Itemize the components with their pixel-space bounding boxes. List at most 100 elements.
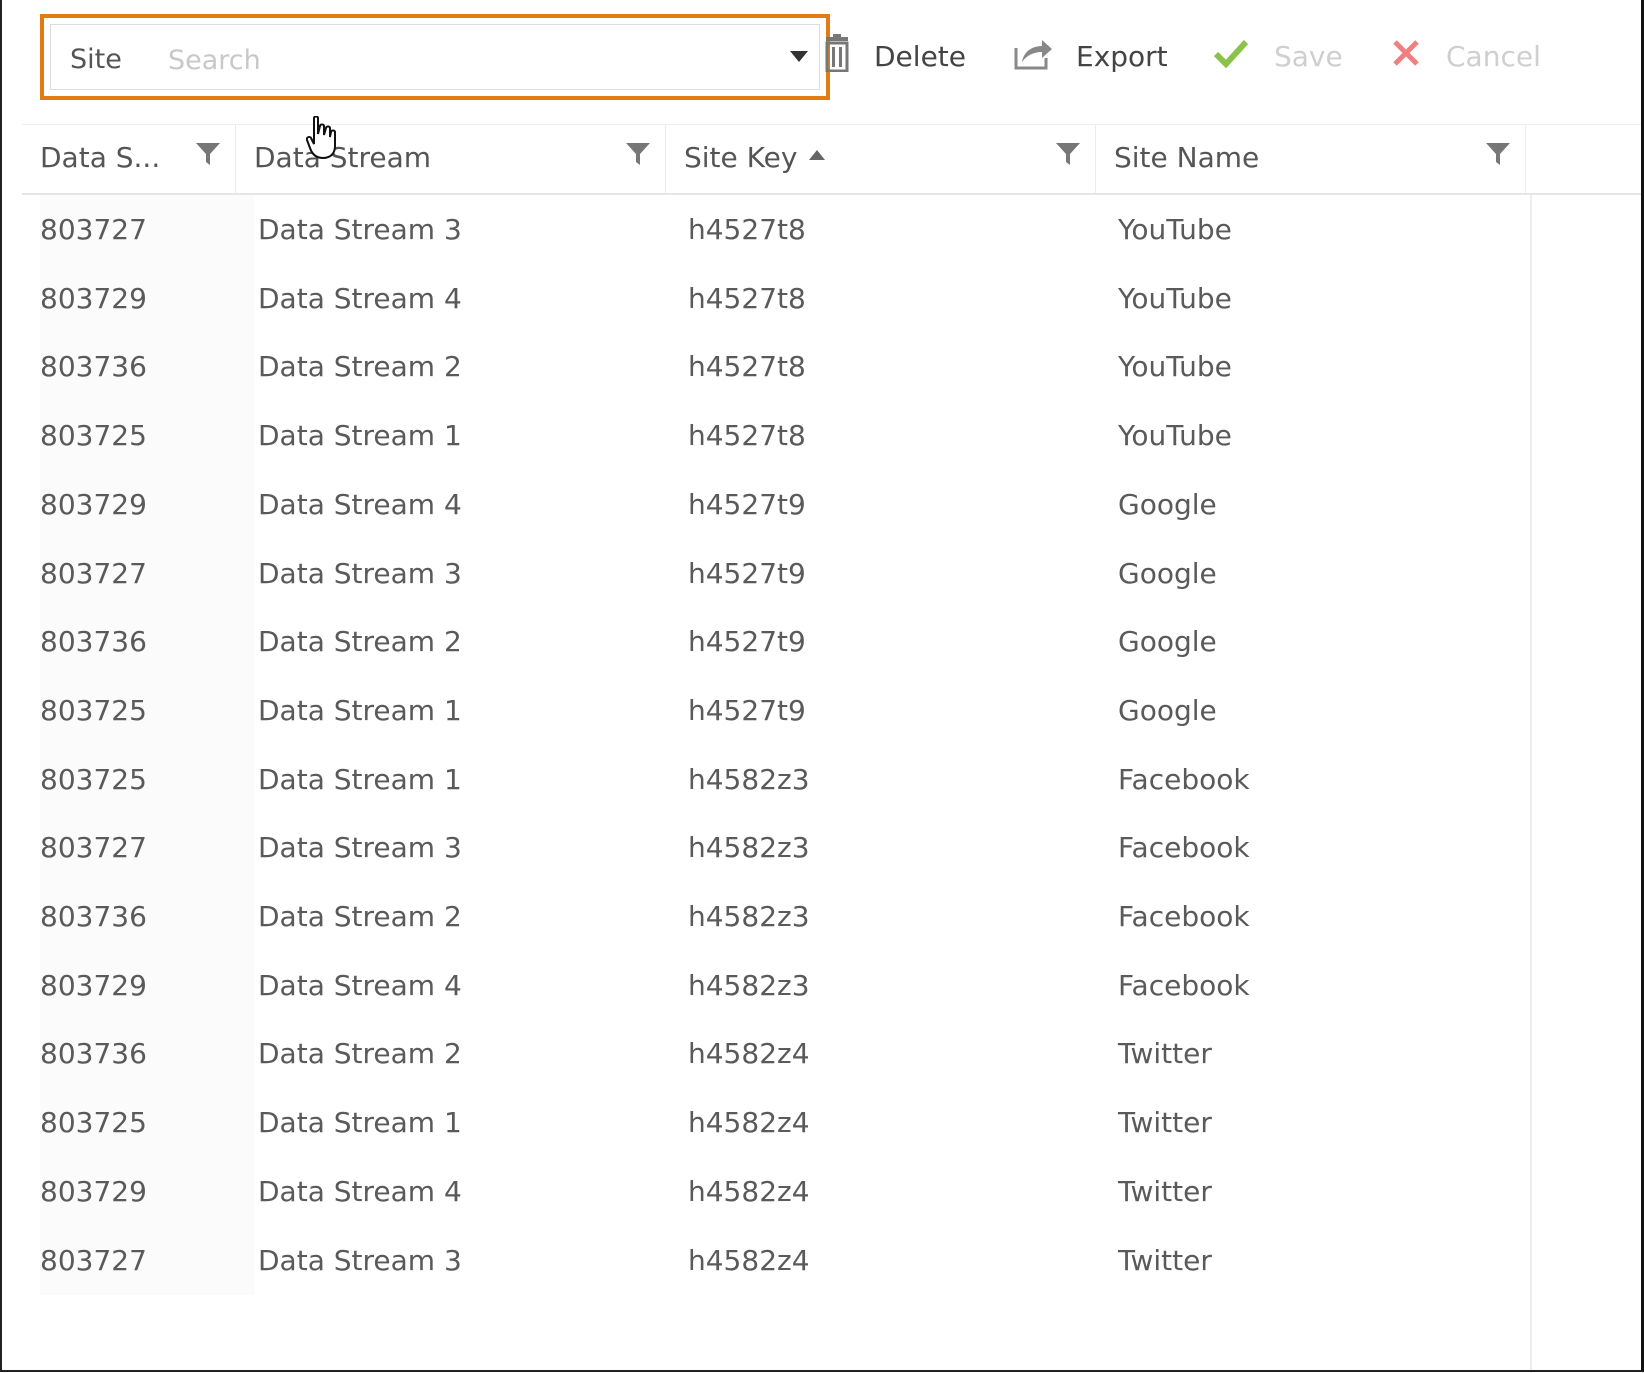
cell-data-stream[interactable]: Data Stream 2 bbox=[258, 882, 684, 951]
cell-data-source[interactable]: 803727 bbox=[40, 813, 254, 883]
export-label: Export bbox=[1076, 39, 1168, 73]
cell-site-key[interactable]: h4527t9 bbox=[688, 470, 1114, 539]
cell-site-name[interactable]: Facebook bbox=[1118, 813, 1548, 882]
cell-data-stream[interactable]: Data Stream 4 bbox=[258, 1157, 684, 1226]
cell-site-name[interactable]: Google bbox=[1118, 607, 1548, 676]
cell-data-source[interactable]: 803729 bbox=[40, 950, 254, 1020]
cell-data-stream[interactable]: Data Stream 2 bbox=[258, 607, 684, 676]
table-row[interactable]: 803727 Data Stream 3 h4582z3 Facebook bbox=[22, 813, 1607, 883]
filter-icon[interactable] bbox=[195, 141, 221, 167]
column-header-data-stream[interactable]: Data Stream bbox=[236, 125, 666, 193]
table-row[interactable]: 803729 Data Stream 4 h4527t8 YouTube bbox=[22, 263, 1607, 333]
cell-data-source[interactable]: 803727 bbox=[40, 1225, 254, 1295]
cell-site-key[interactable]: h4582z4 bbox=[688, 1157, 1114, 1226]
cell-site-name[interactable]: Google bbox=[1118, 539, 1548, 608]
cell-site-key[interactable]: h4582z3 bbox=[688, 951, 1114, 1020]
cell-site-key[interactable]: h4582z3 bbox=[688, 882, 1114, 951]
cell-site-key[interactable]: h4582z4 bbox=[688, 1226, 1114, 1295]
export-button[interactable]: Export bbox=[1014, 30, 1168, 82]
table-row[interactable]: 803727 Data Stream 3 h4582z4 Twitter bbox=[22, 1225, 1607, 1295]
filter-icon[interactable] bbox=[625, 141, 651, 167]
filter-icon[interactable] bbox=[1055, 141, 1081, 167]
table-row[interactable]: 803729 Data Stream 4 h4527t9 Google bbox=[22, 469, 1607, 539]
vertical-scrollbar-track[interactable] bbox=[1530, 195, 1532, 1373]
table-row[interactable]: 803725 Data Stream 1 h4582z3 Facebook bbox=[22, 744, 1607, 814]
cell-data-stream[interactable]: Data Stream 2 bbox=[258, 332, 684, 401]
cell-data-stream[interactable]: Data Stream 1 bbox=[258, 1088, 684, 1157]
cell-site-name[interactable]: YouTube bbox=[1118, 264, 1548, 333]
cell-site-name[interactable]: Twitter bbox=[1118, 1157, 1548, 1226]
cell-site-name[interactable]: YouTube bbox=[1118, 332, 1548, 401]
cell-site-name[interactable]: Google bbox=[1118, 470, 1548, 539]
cell-data-source[interactable]: 803736 bbox=[40, 332, 254, 402]
cell-data-source[interactable]: 803725 bbox=[40, 675, 254, 745]
cell-site-key[interactable]: h4582z3 bbox=[688, 745, 1114, 814]
cell-site-name[interactable]: Google bbox=[1118, 676, 1548, 745]
cancel-label: Cancel bbox=[1446, 39, 1541, 73]
table-row[interactable]: 803725 Data Stream 1 h4527t9 Google bbox=[22, 675, 1607, 745]
cell-site-key[interactable]: h4582z4 bbox=[688, 1019, 1114, 1088]
cell-site-name[interactable]: Facebook bbox=[1118, 951, 1548, 1020]
table-row[interactable]: 803736 Data Stream 2 h4527t9 Google bbox=[22, 607, 1607, 677]
cell-data-stream[interactable]: Data Stream 3 bbox=[258, 539, 684, 608]
cell-site-key[interactable]: h4527t9 bbox=[688, 607, 1114, 676]
cell-site-key[interactable]: h4527t8 bbox=[688, 401, 1114, 470]
cell-data-source[interactable]: 803736 bbox=[40, 882, 254, 951]
cell-data-stream[interactable]: Data Stream 3 bbox=[258, 195, 684, 264]
save-button[interactable]: Save bbox=[1213, 30, 1343, 82]
cell-site-name[interactable]: Twitter bbox=[1118, 1019, 1548, 1088]
table-row[interactable]: 803727 Data Stream 3 h4527t8 YouTube bbox=[22, 195, 1607, 264]
cell-data-stream[interactable]: Data Stream 1 bbox=[258, 745, 684, 814]
cell-data-source[interactable]: 803725 bbox=[40, 1088, 254, 1158]
cell-site-name[interactable]: Facebook bbox=[1118, 745, 1548, 814]
table-row[interactable]: 803736 Data Stream 2 h4582z3 Facebook bbox=[22, 882, 1607, 951]
table-row[interactable]: 803729 Data Stream 4 h4582z3 Facebook bbox=[22, 950, 1607, 1020]
cell-site-key[interactable]: h4527t8 bbox=[688, 264, 1114, 333]
table-row[interactable]: 803727 Data Stream 3 h4527t9 Google bbox=[22, 538, 1607, 608]
cell-site-name[interactable]: Twitter bbox=[1118, 1226, 1548, 1295]
cell-site-key[interactable]: h4527t9 bbox=[688, 539, 1114, 608]
cell-data-stream[interactable]: Data Stream 1 bbox=[258, 676, 684, 745]
column-header-site-key[interactable]: Site Key bbox=[666, 125, 1096, 193]
cell-data-stream[interactable]: Data Stream 3 bbox=[258, 1226, 684, 1295]
cell-site-key[interactable]: h4582z4 bbox=[688, 1088, 1114, 1157]
cell-site-key[interactable]: h4527t9 bbox=[688, 676, 1114, 745]
cell-data-source[interactable]: 803729 bbox=[40, 1156, 254, 1226]
delete-button[interactable]: Delete bbox=[822, 30, 966, 82]
table-row[interactable]: 803736 Data Stream 2 h4582z4 Twitter bbox=[22, 1019, 1607, 1089]
cell-data-source[interactable]: 803727 bbox=[40, 195, 254, 264]
table-row[interactable]: 803729 Data Stream 4 h4582z4 Twitter bbox=[22, 1156, 1607, 1226]
cell-data-stream[interactable]: Data Stream 2 bbox=[258, 1019, 684, 1088]
cell-data-stream[interactable]: Data Stream 4 bbox=[258, 951, 684, 1020]
cell-data-stream[interactable]: Data Stream 3 bbox=[258, 813, 684, 882]
cell-site-key[interactable]: h4527t8 bbox=[688, 195, 1114, 264]
cell-data-source[interactable]: 803729 bbox=[40, 469, 254, 539]
filter-icon[interactable] bbox=[1485, 141, 1511, 167]
cancel-button[interactable]: Cancel bbox=[1392, 30, 1541, 82]
table-row[interactable]: 803736 Data Stream 2 h4527t8 YouTube bbox=[22, 332, 1607, 402]
cell-data-source[interactable]: 803736 bbox=[40, 607, 254, 677]
cell-site-key[interactable]: h4527t8 bbox=[688, 332, 1114, 401]
column-header-data-source[interactable]: Data S... bbox=[22, 125, 236, 193]
cell-site-name[interactable]: Facebook bbox=[1118, 882, 1548, 951]
table-row[interactable]: 803725 Data Stream 1 h4527t8 YouTube bbox=[22, 401, 1607, 471]
cell-data-source[interactable]: 803736 bbox=[40, 1019, 254, 1089]
toolbar: Site Delete Export bbox=[0, 0, 1644, 120]
cell-data-stream[interactable]: Data Stream 4 bbox=[258, 470, 684, 539]
cell-site-key[interactable]: h4582z3 bbox=[688, 813, 1114, 882]
cell-site-name[interactable]: YouTube bbox=[1118, 195, 1548, 264]
column-header-label: Data Stream bbox=[254, 141, 432, 174]
table-row[interactable]: 803725 Data Stream 1 h4582z4 Twitter bbox=[22, 1088, 1607, 1158]
cell-site-name[interactable]: YouTube bbox=[1118, 401, 1548, 470]
cell-data-source[interactable]: 803729 bbox=[40, 263, 254, 333]
cell-data-stream[interactable]: Data Stream 1 bbox=[258, 401, 684, 470]
cell-data-source[interactable]: 803725 bbox=[40, 744, 254, 814]
cell-data-source[interactable]: 803725 bbox=[40, 401, 254, 471]
cell-data-source[interactable]: 803727 bbox=[40, 538, 254, 608]
site-search-input[interactable] bbox=[168, 40, 728, 80]
cell-data-stream[interactable]: Data Stream 4 bbox=[258, 264, 684, 333]
cell-site-name[interactable]: Twitter bbox=[1118, 1088, 1548, 1157]
site-combobox[interactable]: Site bbox=[40, 14, 830, 100]
column-header-site-name[interactable]: Site Name bbox=[1096, 125, 1526, 193]
dropdown-arrow-icon[interactable] bbox=[790, 51, 808, 62]
